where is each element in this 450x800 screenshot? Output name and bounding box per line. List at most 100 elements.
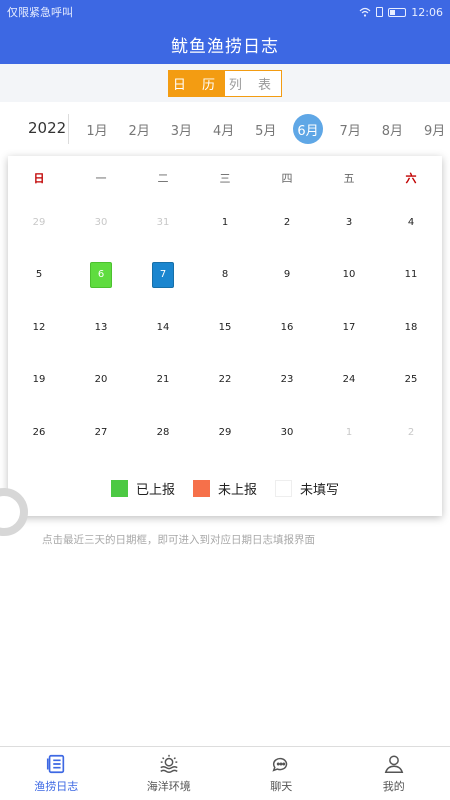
year-divider [68, 114, 69, 144]
calendar-day[interactable]: 2 [256, 196, 318, 249]
weekday-label: 一 [95, 172, 107, 185]
header: 鱿鱼渔捞日志 [0, 24, 450, 64]
calendar-day-label: 11 [404, 269, 418, 281]
tabbar-item-3[interactable]: 我的 [338, 747, 450, 800]
legend-label: 未上报 [217, 482, 257, 498]
month-3[interactable]: 3月 [166, 114, 196, 144]
calendar-day-label: 1 [221, 216, 229, 228]
calendar-day[interactable]: 12 [8, 301, 70, 354]
status-time: 12:06 [411, 5, 443, 19]
tabbar-item-1[interactable]: 海洋环境 [113, 747, 226, 800]
month-6[interactable]: 6月 [293, 114, 323, 144]
calendar-day[interactable]: 23 [256, 354, 318, 407]
calendar-day[interactable]: 30 [70, 196, 132, 249]
calendar-day-label: 2 [407, 426, 415, 438]
bottom-tabbar: 渔捞日志 海洋环境 聊天 我的 [0, 746, 450, 800]
calendar-day-label: 12 [32, 321, 46, 333]
calendar-day[interactable]: 14 [132, 301, 194, 354]
calendar-day-label: 8 [221, 269, 229, 281]
sun-waves-icon [158, 753, 180, 775]
calendar-day-label: 3 [345, 216, 353, 228]
calendar-day-label: 19 [32, 374, 46, 386]
calendar-day[interactable]: 3 [318, 196, 380, 249]
calendar-day[interactable]: 30 [256, 406, 318, 459]
legend-label: 未填写 [300, 482, 340, 498]
calendar-day[interactable]: 1 [318, 406, 380, 459]
year-label[interactable]: 2022 [28, 119, 66, 137]
legend-item: 未上报 [192, 479, 257, 498]
calendar-day-label: 9 [283, 269, 291, 281]
calendar-day[interactable]: 19 [8, 354, 70, 407]
weekday-header: 日一二三四五六 [8, 166, 442, 190]
calendar-day[interactable]: 18 [380, 301, 442, 354]
calendar-day[interactable]: 15 [194, 301, 256, 354]
battery-icon [388, 7, 407, 17]
calendar-day-label: 4 [407, 216, 415, 228]
calendar-day[interactable]: 28 [132, 406, 194, 459]
calendar-day[interactable]: 20 [70, 354, 132, 407]
calendar-day[interactable]: 11 [380, 249, 442, 302]
calendar-day-label: 10 [342, 269, 356, 281]
month-7[interactable]: 7月 [335, 114, 365, 144]
status-emergency-text: 仅限紧急呼叫 [7, 6, 73, 19]
calendar-day[interactable]: 29 [8, 196, 70, 249]
weekday-label: 二 [157, 172, 169, 185]
calendar-day[interactable]: 22 [194, 354, 256, 407]
weekday-label: 四 [281, 172, 293, 185]
view-toggle: 日 历 列 表 [168, 70, 282, 97]
tabbar-item-0[interactable]: 渔捞日志 [0, 747, 113, 800]
calendar-day-label: 18 [404, 321, 418, 333]
tabbar-label: 我的 [382, 780, 405, 793]
calendar-day[interactable]: 7 [132, 249, 194, 302]
calendar-day[interactable]: 26 [8, 406, 70, 459]
calendar-day[interactable]: 24 [318, 354, 380, 407]
calendar-day[interactable]: 29 [194, 406, 256, 459]
calendar-day[interactable]: 10 [318, 249, 380, 302]
calendar-day[interactable]: 1 [194, 196, 256, 249]
calendar-day[interactable]: 2 [380, 406, 442, 459]
month-8[interactable]: 8月 [377, 114, 407, 144]
calendar-day[interactable]: 5 [8, 249, 70, 302]
view-toggle-bar: 日 历 列 表 [0, 64, 450, 102]
calendar-day-label: 16 [280, 321, 294, 333]
calendar-day-label: 5 [35, 269, 43, 281]
weekday-label: 六 [405, 172, 417, 185]
calendar-day-label: 13 [94, 321, 108, 333]
tabbar-item-2[interactable]: 聊天 [225, 747, 338, 800]
calendar-card: 日一二三四五六 29 30 31 1 2 3 4 5 6 7 8 9 10 11 12 13 14 15 16 17 1… [8, 156, 442, 516]
month-9[interactable]: 9月 [420, 114, 450, 144]
calendar-day-label: 14 [156, 321, 170, 333]
calendar-day[interactable]: 21 [132, 354, 194, 407]
calendar-day[interactable]: 13 [70, 301, 132, 354]
month-4[interactable]: 4月 [209, 114, 239, 144]
weekday-label: 日 [33, 172, 45, 185]
month-5[interactable]: 5月 [251, 114, 281, 144]
month-1[interactable]: 1月 [82, 114, 112, 144]
calendar-day[interactable]: 16 [256, 301, 318, 354]
calendar-day-label: 31 [156, 216, 170, 228]
calendar-day[interactable]: 8 [194, 249, 256, 302]
legend-item: 已上报 [110, 479, 175, 498]
calendar-day[interactable]: 17 [318, 301, 380, 354]
calendar-day-label: 23 [280, 374, 294, 386]
calendar-grid: 29 30 31 1 2 3 4 5 6 7 8 9 10 11 12 13 14 15 16 17 18 19 20 21 2… [8, 196, 442, 459]
calendar-day-label: 22 [218, 374, 232, 386]
calendar-day[interactable]: 27 [70, 406, 132, 459]
tabbar-label: 聊天 [270, 780, 293, 793]
calendar-day-label: 6 [90, 261, 112, 288]
calendar-day[interactable]: 4 [380, 196, 442, 249]
tab-list[interactable]: 列 表 [225, 71, 281, 96]
tab-calendar[interactable]: 日 历 [169, 71, 225, 96]
status-bar: 仅限紧急呼叫 12:06 [0, 0, 450, 24]
calendar-day-label: 20 [94, 374, 108, 386]
wifi-icon [359, 7, 371, 17]
hint-text: 点击最近三天的日期框，即可进入到对应日期日志填报界面 [42, 534, 315, 546]
calendar-day[interactable]: 25 [380, 354, 442, 407]
calendar-day[interactable]: 6 [70, 249, 132, 302]
legend-swatch [192, 479, 210, 497]
calendar-day[interactable]: 31 [132, 196, 194, 249]
calendar-day[interactable]: 9 [256, 249, 318, 302]
legend-item: 未填写 [275, 479, 339, 498]
tabbar-label: 海洋环境 [146, 780, 191, 793]
month-2[interactable]: 2月 [124, 114, 154, 144]
